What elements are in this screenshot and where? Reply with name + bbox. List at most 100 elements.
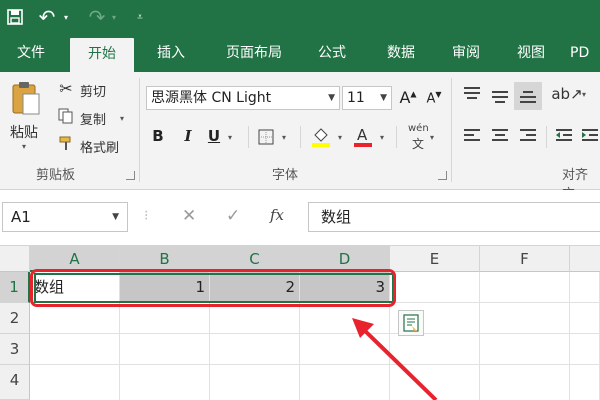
tab-pdf[interactable]: PD <box>570 34 600 72</box>
border-icon[interactable] <box>256 127 276 147</box>
row-header-1[interactable]: 1 <box>0 272 30 303</box>
divider <box>300 126 301 148</box>
format-painter-button[interactable]: 格式刷 <box>80 137 119 156</box>
cell-b4[interactable] <box>120 365 210 400</box>
cell-c2[interactable] <box>210 303 300 334</box>
font-color-dropdown-icon[interactable]: ▾ <box>380 133 384 142</box>
cell-d1[interactable]: 3 <box>300 272 390 303</box>
orientation-dropdown-icon[interactable]: ▾ <box>582 90 586 99</box>
align-right-icon[interactable] <box>518 126 538 146</box>
decrease-font-size-icon[interactable]: A▼ <box>424 90 444 106</box>
cell-f3[interactable] <box>480 334 570 365</box>
border-dropdown-icon[interactable]: ▾ <box>282 133 286 142</box>
increase-indent-icon[interactable] <box>580 126 600 146</box>
cell-c1[interactable]: 2 <box>210 272 300 303</box>
fill-color-dropdown-icon[interactable]: ▾ <box>338 133 342 142</box>
column-header-d[interactable]: D <box>300 246 390 272</box>
more-options-icon: ⁝ <box>144 208 149 224</box>
underline-button[interactable]: U <box>206 127 222 145</box>
row-header-2[interactable]: 2 <box>0 303 30 334</box>
column-header-e[interactable]: E <box>390 246 480 272</box>
bottom-align-icon[interactable] <box>514 82 542 110</box>
ribbon-tabs: 文件 开始 插入 页面布局 公式 数据 审阅 视图 PD <box>0 34 600 72</box>
copy-button[interactable]: 复制 <box>80 109 106 128</box>
cell-b1[interactable]: 1 <box>120 272 210 303</box>
cell-a3[interactable] <box>30 334 120 365</box>
tab-home[interactable]: 开始 <box>70 38 134 72</box>
font-launcher-icon[interactable] <box>438 171 447 180</box>
chevron-down-icon[interactable]: ▼ <box>112 203 119 231</box>
save-icon[interactable] <box>2 0 28 34</box>
cell-c4[interactable] <box>210 365 300 400</box>
paste-icon[interactable] <box>8 78 44 118</box>
cell-b3[interactable] <box>120 334 210 365</box>
tab-formulas[interactable]: 公式 <box>304 34 360 72</box>
increase-font-size-icon[interactable]: A▲ <box>398 88 418 107</box>
font-size-combo[interactable]: 11 ▼ <box>342 86 392 110</box>
enter-icon[interactable]: ✓ <box>226 206 240 226</box>
cell-g3[interactable] <box>570 334 600 365</box>
copy-icon[interactable] <box>56 106 76 126</box>
middle-align-icon[interactable] <box>490 86 510 106</box>
font-group-label: 字体 <box>272 168 299 183</box>
undo-icon[interactable]: ↶ <box>36 0 58 34</box>
orientation-icon[interactable]: ab↗ <box>551 82 582 106</box>
align-center-icon[interactable] <box>490 126 510 146</box>
cell-a4[interactable] <box>30 365 120 400</box>
undo-dropdown-icon[interactable]: ▾ <box>60 0 72 34</box>
cell-g2[interactable] <box>570 303 600 334</box>
font-name-combo[interactable]: 思源黑体 CN Light ▼ <box>146 86 340 110</box>
cell-g4[interactable] <box>570 365 600 400</box>
column-header-b[interactable]: B <box>120 246 210 272</box>
column-header-partial[interactable] <box>570 246 600 272</box>
decrease-indent-icon[interactable] <box>554 126 574 146</box>
name-box[interactable]: A1 ▼ <box>2 202 128 232</box>
cell-a2[interactable] <box>30 303 120 334</box>
copy-dropdown-icon[interactable]: ▾ <box>120 114 124 123</box>
cell-c3[interactable] <box>210 334 300 365</box>
row-header-3[interactable]: 3 <box>0 334 30 365</box>
customize-icon[interactable]: ⩡ <box>130 0 150 34</box>
font-color-icon[interactable]: A <box>352 124 374 148</box>
cancel-icon[interactable]: ✕ <box>182 206 196 226</box>
top-align-icon[interactable] <box>462 84 482 104</box>
formula-input[interactable]: 数组 <box>308 202 600 232</box>
tab-page-layout[interactable]: 页面布局 <box>212 34 296 72</box>
align-left-icon[interactable] <box>462 126 482 146</box>
tab-view[interactable]: 视图 <box>500 34 562 72</box>
cell-b2[interactable] <box>120 303 210 334</box>
fill-color-icon[interactable] <box>310 124 332 148</box>
cut-icon[interactable]: ✂ <box>56 78 76 98</box>
column-header-f[interactable]: F <box>480 246 570 272</box>
underline-dropdown-icon[interactable]: ▾ <box>228 133 232 142</box>
clipboard-launcher-icon[interactable] <box>126 171 135 180</box>
cell-f4[interactable] <box>480 365 570 400</box>
phonetic-guide-icon[interactable]: wén <box>408 123 429 134</box>
tab-review[interactable]: 审阅 <box>436 34 496 72</box>
column-header-a[interactable]: A <box>30 246 120 272</box>
svg-text:A: A <box>357 126 368 144</box>
name-box-value: A1 <box>11 208 31 226</box>
cut-button[interactable]: 剪切 <box>80 81 106 100</box>
select-all-corner[interactable] <box>0 246 30 272</box>
bold-button[interactable]: B <box>150 127 166 145</box>
tab-insert[interactable]: 插入 <box>140 34 202 72</box>
cell-f1[interactable] <box>480 272 570 303</box>
paste-dropdown-icon[interactable]: ▾ <box>22 142 26 151</box>
column-header-c[interactable]: C <box>210 246 300 272</box>
phonetic-dropdown-icon[interactable]: ▾ <box>430 133 434 142</box>
insert-function-icon[interactable]: fx <box>270 206 284 224</box>
format-painter-icon[interactable] <box>56 134 76 154</box>
cell-a1[interactable]: 数组 <box>30 272 120 303</box>
cell-e1[interactable] <box>390 272 480 303</box>
tab-file[interactable]: 文件 <box>0 34 62 72</box>
redo-icon: ↷ <box>88 5 106 29</box>
cell-f2[interactable] <box>480 303 570 334</box>
row-header-4[interactable]: 4 <box>0 365 30 400</box>
group-divider <box>139 78 140 182</box>
paste-button[interactable]: 粘贴 <box>10 122 38 142</box>
cell-g1[interactable] <box>570 272 600 303</box>
tab-data[interactable]: 数据 <box>370 34 432 72</box>
italic-button[interactable]: I <box>180 127 196 145</box>
divider <box>396 126 397 148</box>
